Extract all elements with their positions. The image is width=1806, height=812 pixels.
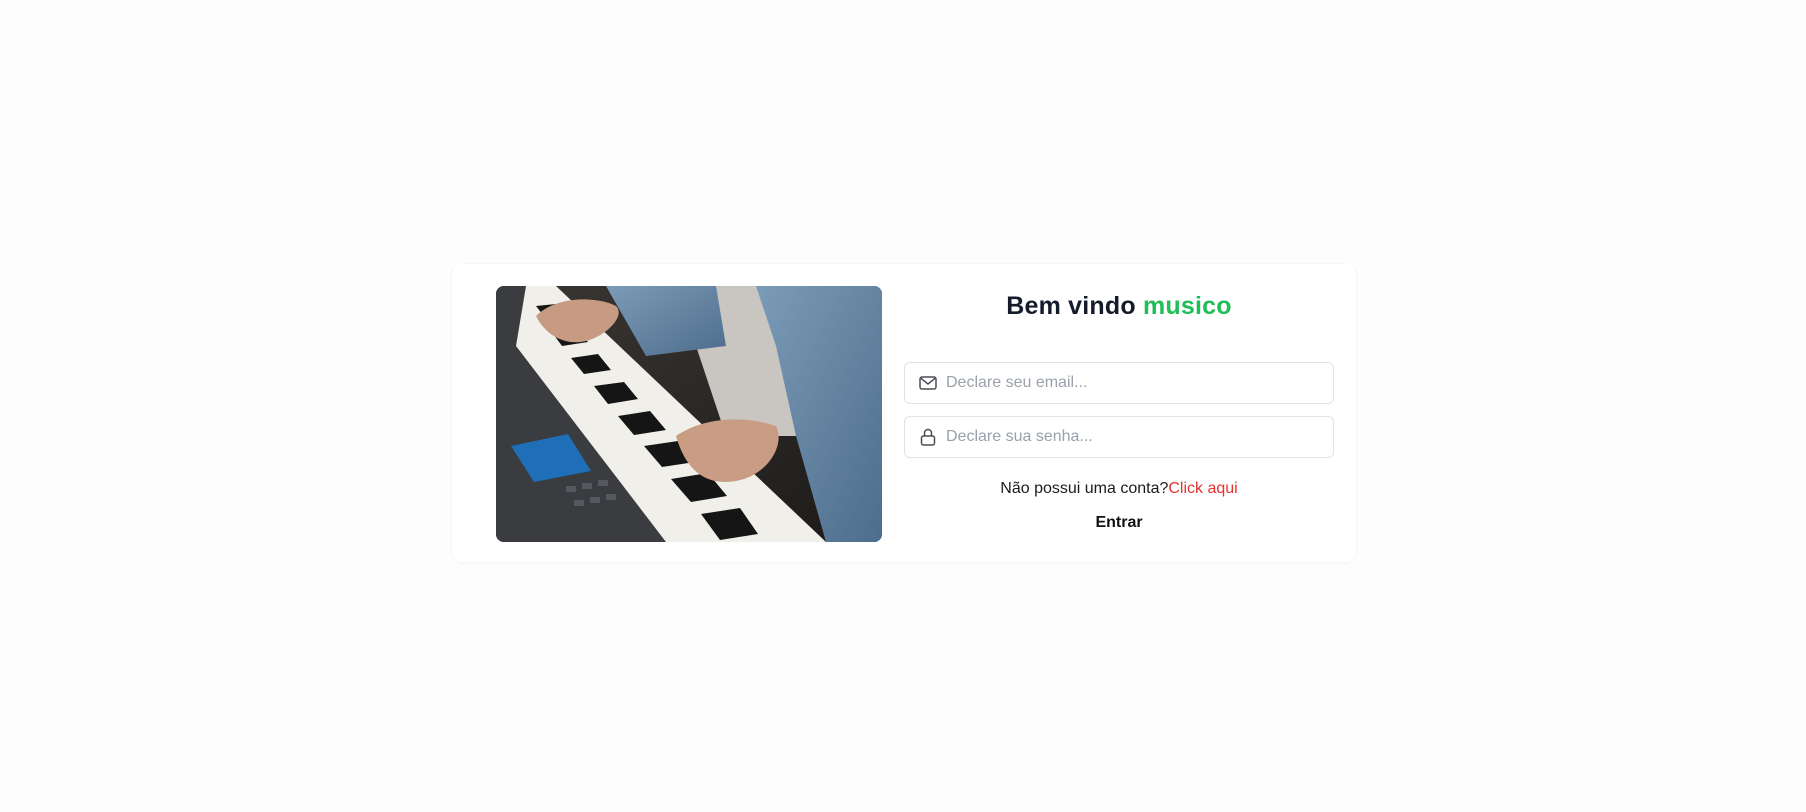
piano-photo bbox=[496, 286, 882, 542]
login-form: Bem vindo musico Não possui uma conta?Cl… bbox=[904, 286, 1334, 536]
email-input[interactable] bbox=[946, 364, 1333, 402]
page-title: Bem vindo musico bbox=[904, 292, 1334, 326]
login-card: Bem vindo musico Não possui uma conta?Cl… bbox=[452, 264, 1356, 562]
piano-photo-illustration bbox=[496, 286, 882, 542]
submit-button[interactable]: Entrar bbox=[1085, 510, 1152, 536]
signup-prompt: Não possui uma conta?Click aqui bbox=[904, 480, 1334, 498]
signup-link[interactable]: Click aqui bbox=[1168, 480, 1237, 497]
lock-icon bbox=[918, 427, 938, 447]
email-field[interactable] bbox=[904, 362, 1334, 404]
password-input[interactable] bbox=[946, 418, 1333, 456]
signup-text: Não possui uma conta? bbox=[1000, 480, 1169, 497]
password-field[interactable] bbox=[904, 416, 1334, 458]
title-accent: musico bbox=[1143, 292, 1232, 320]
mail-icon bbox=[918, 373, 938, 393]
title-main: Bem vindo bbox=[1006, 292, 1143, 320]
